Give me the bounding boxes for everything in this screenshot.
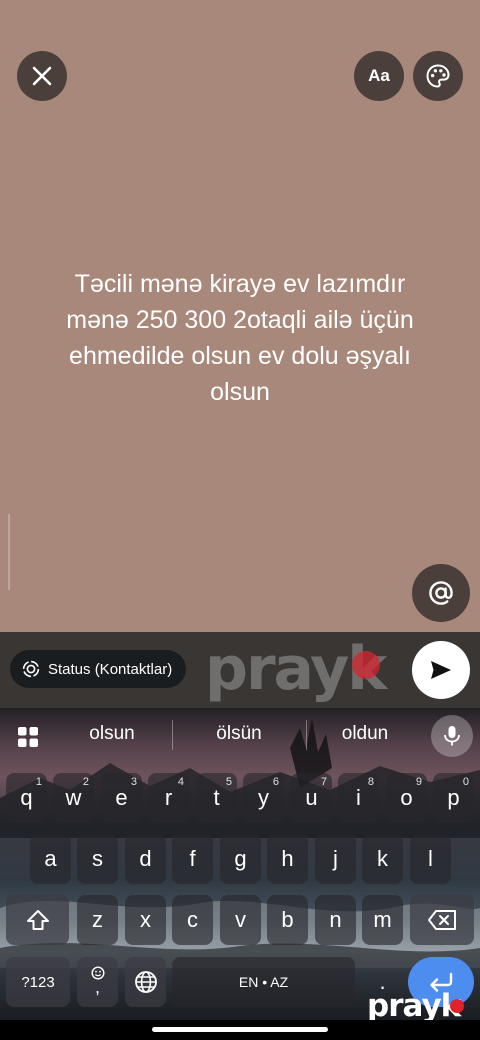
suggestion-divider (172, 720, 173, 750)
suggestion-3[interactable]: oldun (305, 723, 425, 745)
key-label: p (447, 785, 460, 810)
palette-icon (426, 64, 450, 88)
watermark-corner-text: prayk (367, 988, 461, 1024)
watermark-dot (352, 651, 380, 679)
key-k[interactable]: k (362, 834, 403, 884)
color-palette-button[interactable] (413, 51, 463, 101)
key-e[interactable]: e3 (101, 773, 142, 823)
send-icon (431, 661, 451, 679)
microphone-icon (444, 726, 460, 746)
key-label: i (356, 785, 361, 810)
key-label: o (400, 785, 413, 810)
key-u[interactable]: u7 (291, 773, 332, 823)
key-y[interactable]: y6 (243, 773, 284, 823)
send-button[interactable] (412, 641, 470, 699)
key-x[interactable]: x (125, 895, 166, 945)
close-button[interactable] (17, 51, 67, 101)
key-hint: 3 (130, 776, 137, 788)
key-label: w (65, 785, 82, 810)
suggestion-2[interactable]: ölsün (179, 723, 299, 745)
key-d[interactable]: d (125, 834, 166, 884)
font-style-label: Aa (368, 66, 390, 85)
key-p[interactable]: p0 (433, 773, 474, 823)
key-hint: 2 (82, 776, 89, 788)
status-audience-button[interactable]: Status (Kontaktlar) (10, 650, 187, 688)
backspace-icon (428, 910, 456, 930)
key-s[interactable]: s (77, 834, 118, 884)
language-key[interactable] (125, 957, 166, 1007)
home-gesture-handle[interactable] (152, 1027, 328, 1032)
text-cursor-edge (8, 514, 10, 590)
key-hint: 6 (272, 776, 279, 788)
status-ring-icon (22, 660, 40, 678)
comma-label: , (94, 977, 100, 997)
key-g[interactable]: g (220, 834, 261, 884)
key-f[interactable]: f (172, 834, 213, 884)
key-hint: 4 (177, 776, 184, 788)
watermark-corner-dot (450, 999, 464, 1013)
key-hint: 9 (415, 776, 422, 788)
voice-input-button[interactable] (431, 715, 473, 757)
emoji-comma-key[interactable]: , (77, 957, 118, 1007)
at-sign-icon (429, 581, 453, 605)
key-m[interactable]: m (362, 895, 403, 945)
key-z[interactable]: z (77, 895, 118, 945)
shift-arrow-icon (26, 910, 49, 930)
key-b[interactable]: b (267, 895, 308, 945)
symbols-key[interactable]: ?123 (6, 957, 70, 1007)
key-label: q (20, 785, 33, 810)
key-label: t (213, 785, 220, 810)
key-v[interactable]: v (220, 895, 261, 945)
key-q[interactable]: q1 (6, 773, 47, 823)
shift-key[interactable] (6, 895, 69, 945)
key-c[interactable]: c (172, 895, 213, 945)
key-i[interactable]: i8 (338, 773, 379, 823)
key-hint: 5 (225, 776, 232, 788)
status-audience-label: Status (Kontaktlar) (48, 660, 173, 678)
key-label: e (115, 785, 128, 810)
backspace-key[interactable] (410, 895, 474, 945)
close-icon (32, 66, 52, 86)
key-h[interactable]: h (267, 834, 308, 884)
space-key[interactable]: EN • AZ (172, 957, 355, 1007)
key-hint: 8 (367, 776, 374, 788)
key-label: u (305, 785, 318, 810)
key-l[interactable]: l (410, 834, 451, 884)
key-hint: 0 (462, 776, 469, 788)
key-t[interactable]: t5 (196, 773, 237, 823)
key-j[interactable]: j (315, 834, 356, 884)
status-text[interactable]: Təcili mənə kirayə ev lazımdır mənə 250 … (40, 266, 440, 410)
key-hint: 7 (320, 776, 327, 788)
mention-button[interactable] (412, 564, 470, 622)
suggestion-1[interactable]: olsun (52, 723, 172, 745)
apps-grid-icon[interactable] (17, 726, 39, 748)
globe-icon (134, 971, 157, 993)
key-r[interactable]: r4 (148, 773, 189, 823)
key-label: y (258, 785, 269, 810)
key-n[interactable]: n (315, 895, 356, 945)
key-o[interactable]: o9 (386, 773, 427, 823)
key-a[interactable]: a (30, 834, 71, 884)
font-style-button[interactable]: Aa (354, 51, 404, 101)
key-w[interactable]: w2 (53, 773, 94, 823)
key-hint: 1 (35, 776, 42, 788)
key-label: r (164, 785, 173, 810)
